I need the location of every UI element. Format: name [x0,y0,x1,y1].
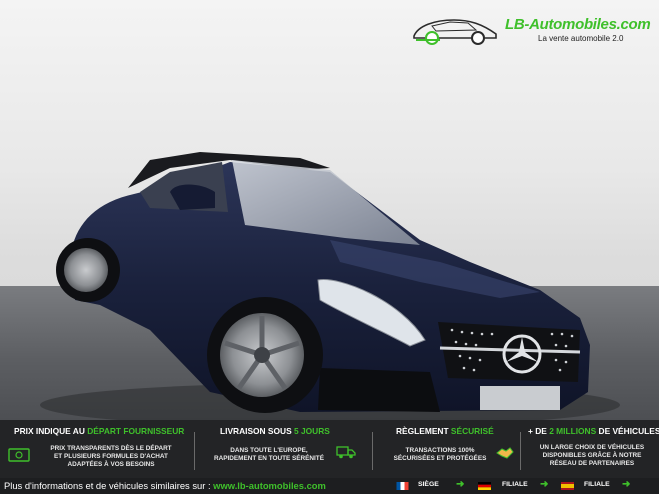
feature-delivery-title: LIVRAISON SOUS 5 JOURS [220,426,330,436]
feature-price-line2: ET PLUSIEURS FORMULES D'ACHAT [54,453,168,460]
feature-vehicles: + DE 2 MILLIONS DE VÉHICULES UN LARGE CH… [524,420,659,478]
features-banner: PRIX INDIQUE AU DÉPART FOURNISSEUR PRIX … [0,420,659,478]
feature-vehicles-title-a: + DE [528,426,550,436]
feature-delivery-title-b: 5 JOURS [294,426,330,436]
feature-price-title: PRIX INDIQUE AU DÉPART FOURNISSEUR [14,426,184,436]
feature-payment-title-b: SÉCURISÉ [450,426,494,436]
arrow-icon: ➜ [456,479,465,490]
brand-logo[interactable]: LB-Automobiles.com La vente automobile 2… [410,12,659,50]
germany-flag-icon [478,482,491,490]
feature-price-desc: PRIX TRANSPARENTS DÈS LE DÉPART ET PLUSI… [36,445,186,469]
footer-link[interactable]: www.lb-automobiles.com [213,480,326,491]
logo-car-icon [413,19,497,45]
banknote-icon [8,448,30,462]
logo-tagline: La vente automobile 2.0 [538,34,624,43]
banner-divider [194,432,195,470]
car-illustration [40,152,620,420]
flag-label-filiale-de: FILIALE [502,481,528,488]
banner-divider [520,432,521,470]
feature-delivery: LIVRAISON SOUS 5 JOURS DANS TOUTE L'EURO… [198,420,366,478]
feature-vehicles-line1: UN LARGE CHOIX DE VÉHICULES [539,444,645,451]
feature-vehicles-desc: UN LARGE CHOIX DE VÉHICULES DISPONIBLES … [530,444,654,468]
footer-bar: Plus d'informations et de véhicules simi… [0,478,659,494]
footer-info: Plus d'informations et de véhicules simi… [4,480,326,491]
banner-divider [372,432,373,470]
truck-icon [336,446,356,459]
feature-payment: RÈGLEMENT SÉCURISÉ TRANSACTIONS 100% SÉC… [376,420,516,478]
feature-vehicles-title-c: DE VÉHICULES [596,426,659,436]
car-photo: LB-Automobiles.com La vente automobile 2… [0,0,659,420]
feature-payment-line2: SÉCURISÉES ET PROTÉGÉES [393,455,487,462]
feature-payment-title-a: RÈGLEMENT [396,426,451,436]
feature-price: PRIX INDIQUE AU DÉPART FOURNISSEUR PRIX … [0,420,190,478]
feature-price-line3: ADAPTÉES À VOS BESOINS [67,461,155,468]
feature-delivery-title-a: LIVRAISON SOUS [220,426,294,436]
feature-price-title-b: DÉPART FOURNISSEUR [87,426,185,436]
feature-payment-line1: TRANSACTIONS 100% [405,447,475,454]
feature-payment-title: RÈGLEMENT SÉCURISÉ [396,426,494,436]
flag-label-filiale-es: FILIALE [584,481,610,488]
feature-vehicles-line3: RÉSEAU DE PARTENAIRES [549,460,635,467]
feature-price-line1: PRIX TRANSPARENTS DÈS LE DÉPART [50,445,172,452]
logo-title: LB-Automobiles.com [505,16,651,33]
flag-label-siege: SIÈGE [418,481,439,488]
arrow-icon: ➜ [540,479,549,490]
arrow-icon: ➜ [622,479,631,490]
handshake-icon [496,447,514,459]
feature-payment-desc: TRANSACTIONS 100% SÉCURISÉES ET PROTÉGÉE… [384,447,496,463]
feature-vehicles-title-b: 2 MILLIONS [549,426,597,436]
spain-flag-icon [561,482,574,490]
france-flag-icon [396,482,409,490]
feature-vehicles-title: + DE 2 MILLIONS DE VÉHICULES [528,426,659,436]
feature-delivery-line1: DANS TOUTE L'EUROPE, [230,447,308,454]
feature-price-title-a: PRIX INDIQUE AU [14,426,88,436]
feature-delivery-line2: RAPIDEMENT EN TOUTE SÉRÉNITÉ [214,455,324,462]
feature-delivery-desc: DANS TOUTE L'EUROPE, RAPIDEMENT EN TOUTE… [204,447,334,463]
footer-text: Plus d'informations et de véhicules simi… [4,480,214,491]
feature-vehicles-line2: DISPONIBLES GRÂCE À NOTRE [542,452,642,459]
